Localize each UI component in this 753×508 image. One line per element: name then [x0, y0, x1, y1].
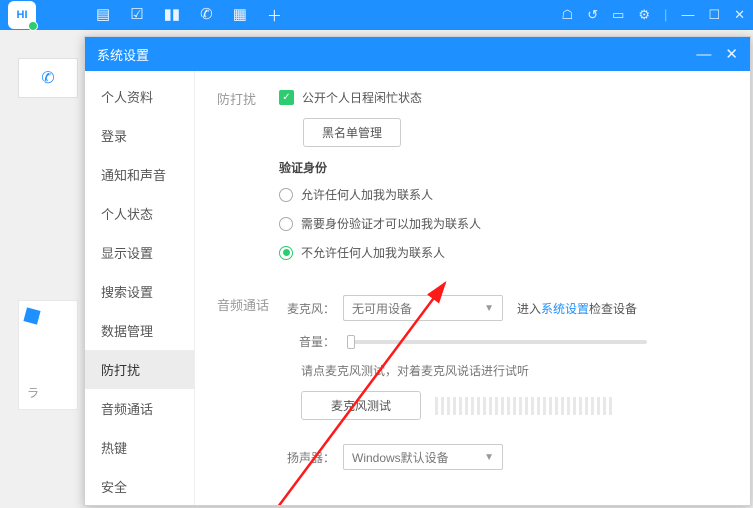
volume-label: 音量： [279, 333, 335, 350]
sidebar-item-7[interactable]: 防打扰 [85, 350, 194, 389]
settings-sidebar: 个人资料登录通知和声音个人状态显示设置搜索设置数据管理防打扰音频通话热键安全自动… [85, 71, 195, 505]
sidebar-item-4[interactable]: 显示设置 [85, 233, 194, 272]
mic-select-value: 无可用设备 [352, 300, 412, 317]
volume-slider-thumb[interactable] [347, 335, 355, 349]
phone-icon[interactable]: ✆ [200, 5, 213, 26]
sidebar-item-1[interactable]: 登录 [85, 116, 194, 155]
mic-select[interactable]: 无可用设备 ▼ [343, 295, 503, 321]
pin-icon[interactable]: ☖ [562, 7, 574, 23]
sidebar-item-5[interactable]: 搜索设置 [85, 272, 194, 311]
label-need-verify: 需要身份验证才可以加我为联系人 [301, 215, 481, 232]
chat-icon[interactable]: ▤ [96, 5, 110, 26]
speaker-select-value: Windows默认设备 [352, 449, 449, 466]
apps-icon[interactable]: ▦ [233, 5, 247, 26]
sidebar-item-6[interactable]: 数据管理 [85, 311, 194, 350]
section-dnd-label: 防打扰 [217, 89, 279, 273]
bg-call-button[interactable]: ✆ [18, 58, 78, 98]
radio-deny-all[interactable] [279, 246, 293, 260]
mic-test-note: 请点麦克风测试，对着麦克风说话进行试听 [301, 362, 728, 379]
sidebar-item-9[interactable]: 热键 [85, 428, 194, 467]
volume-slider[interactable] [347, 340, 647, 344]
sidebar-item-8[interactable]: 音频通话 [85, 389, 194, 428]
section-audio: 音频通话 麦克风： 无可用设备 ▼ 进入系统设置检查设备 音量： [217, 295, 728, 482]
system-settings-link[interactable]: 系统设置 [541, 302, 589, 316]
settings-minimize-icon[interactable]: — [696, 47, 711, 62]
chevron-down-icon: ▼ [484, 303, 494, 314]
blacklist-button[interactable]: 黑名单管理 [303, 118, 401, 147]
sidebar-item-10[interactable]: 安全 [85, 467, 194, 505]
gear-icon[interactable]: ⚙ [638, 7, 650, 23]
divider: | [664, 7, 667, 23]
titlebar-left-icons: ▤ ☑ ▮▮ ✆ ▦ ＋ [96, 5, 282, 26]
calendar-icon[interactable]: ☑ [130, 5, 143, 26]
sidebar-item-2[interactable]: 通知和声音 [85, 155, 194, 194]
chevron-down-icon: ▼ [484, 452, 494, 463]
settings-window: 系统设置 — ✕ 个人资料登录通知和声音个人状态显示设置搜索设置数据管理防打扰音… [84, 36, 751, 506]
settings-content: 防打扰 ✓ 公开个人日程闲忙状态 黑名单管理 验证身份 允许任何人加我为联系人 [195, 71, 750, 505]
maximize-icon[interactable]: ☐ [708, 7, 720, 23]
mic-level-bars [435, 397, 612, 415]
speaker-select[interactable]: Windows默认设备 ▼ [343, 444, 503, 470]
radio-need-verify[interactable] [279, 217, 293, 231]
section-dnd: 防打扰 ✓ 公开个人日程闲忙状态 黑名单管理 验证身份 允许任何人加我为联系人 [217, 89, 728, 273]
checkbox-public-schedule[interactable]: ✓ [279, 90, 294, 105]
minimize-icon[interactable]: — [681, 7, 694, 23]
label-allow-any: 允许任何人加我为联系人 [301, 186, 433, 203]
avatar-icon [23, 307, 40, 324]
label-deny-all: 不允许任何人加我为联系人 [301, 244, 445, 261]
settings-title: 系统设置 [97, 45, 149, 64]
add-icon[interactable]: ＋ [267, 5, 282, 26]
mic-hint: 进入系统设置检查设备 [517, 300, 637, 317]
sidebar-item-3[interactable]: 个人状态 [85, 194, 194, 233]
mic-test-button[interactable]: 麦克风测试 [301, 391, 421, 420]
settings-close-icon[interactable]: ✕ [725, 47, 738, 62]
news-icon[interactable]: ▮▮ [164, 5, 181, 26]
label-public-schedule: 公开个人日程闲忙状态 [302, 89, 422, 106]
bg-card-char: ラ [27, 384, 39, 401]
app-titlebar: HI ▤ ☑ ▮▮ ✆ ▦ ＋ ☖ ↺ ▭ ⚙ | — ☐ ✕ [0, 0, 753, 30]
sidebar-item-0[interactable]: 个人资料 [85, 77, 194, 116]
phone-icon: ✆ [41, 68, 54, 88]
section-audio-label: 音频通话 [217, 295, 279, 482]
mic-label: 麦克风： [279, 300, 335, 317]
radio-allow-any[interactable] [279, 188, 293, 202]
titlebar-right-icons: ☖ ↺ ▭ ⚙ | — ☐ ✕ [562, 7, 745, 23]
folder-icon[interactable]: ▭ [612, 7, 624, 23]
close-icon[interactable]: ✕ [734, 7, 745, 23]
app-logo: HI [8, 1, 36, 29]
settings-titlebar: 系统设置 — ✕ [85, 37, 750, 71]
speaker-label: 扬声器： [279, 449, 335, 466]
history-icon[interactable]: ↺ [587, 7, 598, 23]
bg-contact-card: ラ [18, 300, 78, 410]
identity-title: 验证身份 [279, 159, 728, 176]
